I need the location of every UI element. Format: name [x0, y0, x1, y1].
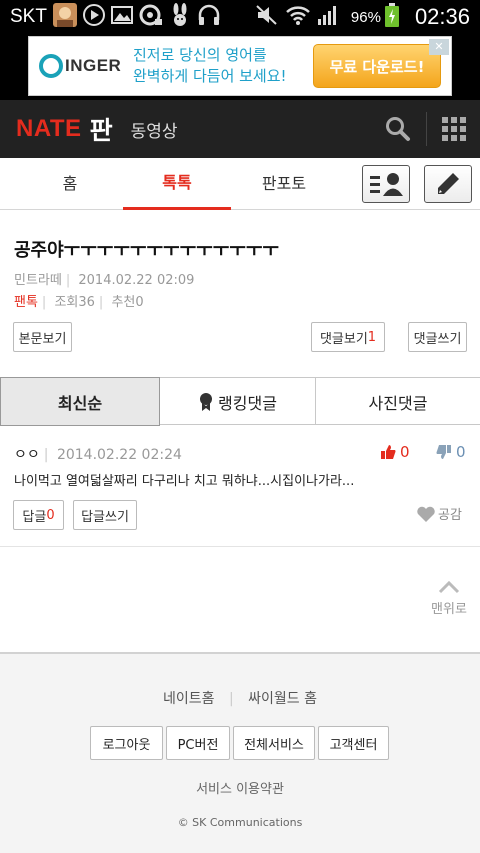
- post-category[interactable]: 팬톡: [14, 295, 38, 310]
- signal-icon: [317, 4, 339, 30]
- view-comments-button[interactable]: 댓글보기 1: [311, 322, 385, 352]
- view-original-button[interactable]: 본문보기: [13, 322, 72, 352]
- terms-link[interactable]: 서비스 이용약관: [0, 778, 480, 797]
- ad-close-icon[interactable]: ✕: [429, 39, 449, 55]
- nate-home-link[interactable]: 네이트홈: [163, 691, 215, 707]
- comment-divider: [0, 546, 480, 547]
- sync-icon: [139, 4, 163, 30]
- tab-panphoto[interactable]: 판포토: [230, 158, 338, 210]
- downvote-count: 0: [456, 443, 466, 461]
- ad-download-button[interactable]: 무료 다운로드!: [313, 44, 441, 88]
- my-page-button[interactable]: [362, 165, 410, 203]
- thumbs-down-icon: [436, 445, 451, 459]
- bunny-icon: [169, 3, 191, 31]
- battery-charging-icon: [384, 3, 399, 31]
- copyright: © SK Communications: [177, 816, 303, 829]
- carrier-label: SKT: [10, 6, 47, 27]
- chevron-up-icon: [438, 580, 460, 594]
- play-icon: [82, 4, 105, 30]
- write-reply-button[interactable]: 답글쓰기: [73, 500, 137, 530]
- tab-ranking[interactable]: 랭킹댓글: [160, 378, 316, 425]
- comment-date: 2014.02.22 02:24: [56, 447, 182, 463]
- customer-center-button[interactable]: 고객센터: [318, 726, 389, 760]
- comment-count: 1: [367, 329, 377, 345]
- search-button[interactable]: [370, 100, 426, 158]
- post-stats: 팬톡 | 조회36 | 추천0: [14, 295, 144, 310]
- tab-toktok[interactable]: 톡톡: [123, 158, 231, 210]
- comment-meta: ㅇㅇ | 2014.02.22 02:24: [14, 447, 182, 463]
- upvote-button[interactable]: 0: [380, 443, 410, 461]
- tab-home[interactable]: 홈: [16, 158, 124, 210]
- upvote-count: 0: [400, 443, 410, 461]
- reply-button[interactable]: 답글 0: [13, 500, 64, 530]
- app-header: NATE 판 동영상: [0, 100, 480, 158]
- write-comment-button[interactable]: 댓글쓰기: [408, 322, 467, 352]
- nate-logo[interactable]: NATE: [16, 115, 82, 143]
- reply-label: 답글: [22, 509, 47, 525]
- comment-text: 나이먹고 열여덟살짜리 다구리나 치고 뭐하냐...시집이나가라...: [14, 474, 355, 489]
- write-post-button[interactable]: [424, 165, 472, 203]
- all-menu-button[interactable]: [427, 100, 480, 158]
- ginger-logo-icon: [39, 54, 63, 78]
- ginger-ad[interactable]: INGER 진저로 당신의 영어를 완벽하게 다듬어 보세요! 무료 다운로드!…: [28, 36, 452, 96]
- avatar-icon: [52, 3, 77, 31]
- wifi-icon: [285, 4, 311, 30]
- heart-icon: [417, 506, 435, 522]
- post-recommend: 추천0: [111, 295, 144, 310]
- downvote-button[interactable]: 0: [436, 443, 466, 461]
- post-author[interactable]: 민트라떼: [14, 273, 62, 288]
- tab-photo[interactable]: 사진댓글: [316, 378, 480, 425]
- all-services-button[interactable]: 전체서비스: [233, 726, 315, 760]
- back-to-top-label: 맨위로: [431, 602, 467, 617]
- ad-logo: INGER: [39, 54, 131, 78]
- user-list-icon: [370, 173, 403, 196]
- cyworld-home-link[interactable]: 싸이월드 홈: [248, 691, 317, 707]
- clock: 02:36: [414, 4, 470, 29]
- logout-button[interactable]: 로그아웃: [90, 726, 163, 760]
- ad-line-2: 완벽하게 다듬어 보세요!: [133, 67, 287, 85]
- footer: 네이트홈 | 싸이월드 홈 로그아웃 PC버전 전체서비스 고객센터 서비스 이…: [0, 652, 480, 853]
- search-icon: [386, 117, 410, 141]
- main-tabs: 홈 톡톡 판포토: [0, 158, 480, 210]
- headphones-icon: [197, 4, 221, 30]
- video-link[interactable]: 동영상: [131, 117, 178, 142]
- footer-links: 네이트홈 | 싸이월드 홈: [162, 691, 317, 707]
- post-meta: 민트라떼 | 2014.02.22 02:09: [14, 273, 195, 288]
- post-views: 조회36: [54, 295, 95, 310]
- pc-version-button[interactable]: PC버전: [166, 726, 230, 760]
- post-title: 공주야ㅜㅜㅜㅜㅜㅜㅜㅜㅜㅜㅜㅜㅜ: [14, 240, 279, 261]
- ad-banner-area: INGER 진저로 당신의 영어를 완벽하게 다듬어 보세요! 무료 다운로드!…: [0, 34, 480, 100]
- ad-copy: 진저로 당신의 영어를 완벽하게 다듬어 보세요!: [131, 45, 313, 87]
- ad-brand: INGER: [65, 56, 122, 75]
- battery-percent: 96%: [350, 8, 381, 26]
- tab-ranking-label: 랭킹댓글: [218, 393, 277, 413]
- reply-count: 0: [46, 507, 55, 523]
- gallery-icon: [110, 4, 133, 30]
- thumbs-up-icon: [381, 445, 396, 459]
- ribbon-icon: [200, 392, 213, 411]
- post-date: 2014.02.22 02:09: [78, 273, 195, 288]
- like-button[interactable]: 공감: [416, 504, 462, 523]
- view-comments-label: 댓글보기: [319, 331, 368, 347]
- status-bar: SKT 96% 02:36: [0, 0, 480, 34]
- grid-menu-icon: [441, 117, 466, 141]
- back-to-top-button[interactable]: 맨위로: [424, 580, 474, 617]
- ad-line-1: 진저로 당신의 영어를: [133, 46, 267, 64]
- tab-latest[interactable]: 최신순: [0, 377, 160, 426]
- comment-sort-tabs: 최신순 랭킹댓글 사진댓글: [0, 377, 480, 426]
- like-label: 공감: [438, 508, 462, 523]
- comment-author[interactable]: ㅇㅇ: [14, 447, 40, 463]
- service-title[interactable]: 판: [90, 111, 113, 147]
- mute-icon: [255, 4, 279, 30]
- pencil-icon: [438, 173, 459, 194]
